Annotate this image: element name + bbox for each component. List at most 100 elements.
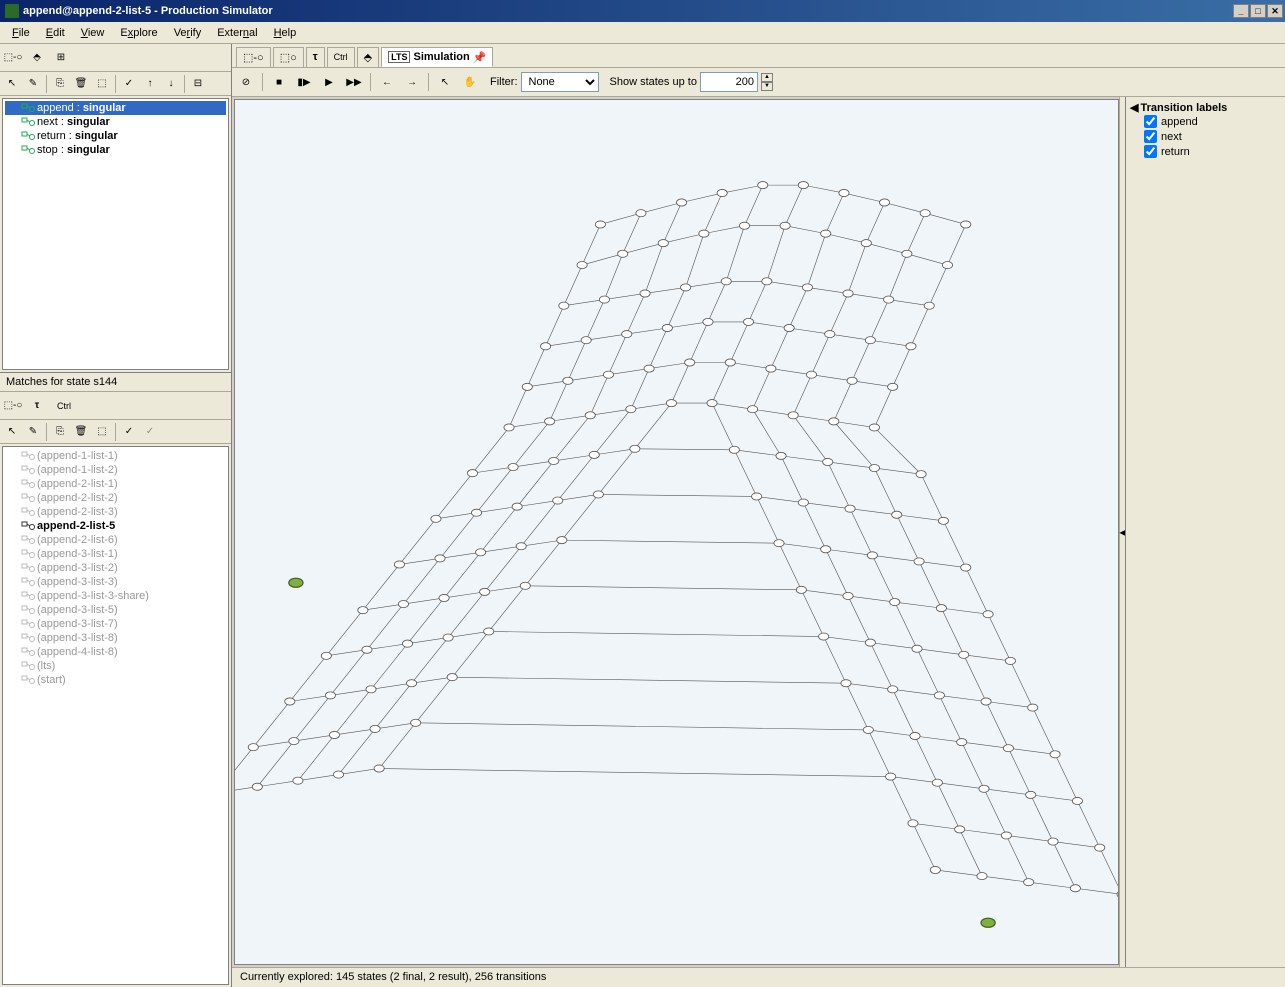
rule-item-append[interactable]: append : singular bbox=[5, 101, 226, 115]
toolbtn-pause[interactable]: ▮▶ bbox=[293, 71, 315, 93]
filter-select[interactable]: None bbox=[521, 72, 599, 92]
close-button[interactable]: ✕ bbox=[1267, 4, 1283, 18]
toolbtn-forward[interactable]: → bbox=[401, 71, 423, 93]
toolbtn-rename[interactable]: ⬚ bbox=[92, 74, 112, 94]
toolbtn-b-tau[interactable]: τ bbox=[26, 395, 48, 417]
rule-item-next[interactable]: next : singular bbox=[5, 115, 226, 129]
states-spin-down[interactable]: ▼ bbox=[761, 82, 773, 91]
tab-lts-simulation[interactable]: LTS Simulation 📌 bbox=[381, 47, 493, 67]
transition-checkbox-append[interactable]: append bbox=[1130, 114, 1281, 129]
menu-external[interactable]: External bbox=[209, 25, 265, 41]
window-title: append@append-2-list-5 - Production Simu… bbox=[23, 5, 273, 17]
menu-explore[interactable]: Explore bbox=[112, 25, 165, 41]
rule-item-stop[interactable]: stop : singular bbox=[5, 143, 226, 157]
toolbtn-graph-2[interactable]: ⬘ bbox=[26, 47, 48, 69]
match-item[interactable]: (append-2-list-2) bbox=[5, 491, 226, 505]
match-item[interactable]: (append-1-list-1) bbox=[5, 449, 226, 463]
minimize-button[interactable]: _ bbox=[1233, 4, 1249, 18]
toolbtn-b-edit[interactable]: ✎ bbox=[23, 422, 43, 442]
menu-help[interactable]: Help bbox=[266, 25, 305, 41]
match-item[interactable]: (append-3-list-3) bbox=[5, 575, 226, 589]
toolbtn-b-check[interactable]: ✓ bbox=[119, 422, 139, 442]
transition-checkbox-return[interactable]: return bbox=[1130, 144, 1281, 159]
transition-checkbox-next[interactable]: next bbox=[1130, 129, 1281, 144]
toolbtn-edit[interactable]: ✎ bbox=[23, 74, 43, 94]
window-buttons: _ □ ✕ bbox=[1233, 4, 1283, 18]
toolbtn-b-graph[interactable]: ⬚-○ bbox=[2, 395, 24, 417]
toolbtn-copy[interactable]: ⎘ bbox=[50, 74, 70, 94]
toolbtn-b-cursor[interactable]: ↖ bbox=[2, 422, 22, 442]
menu-verify[interactable]: Verify bbox=[166, 25, 210, 41]
match-item[interactable]: (append-3-list-5) bbox=[5, 603, 226, 617]
match-item[interactable]: (append-3-list-8) bbox=[5, 631, 226, 645]
toolbtn-b-rename[interactable]: ⬚ bbox=[92, 422, 112, 442]
match-item[interactable]: (append-2-list-1) bbox=[5, 477, 226, 491]
tabicon-1[interactable]: ⬚-○ bbox=[236, 47, 271, 67]
canvas-toolbar: ⊘ ■ ▮▶ ▶ ▶▶ ← → ↖ ✋ Filter: None Show st… bbox=[232, 68, 1285, 97]
tabicon-graph[interactable]: ⬘ bbox=[357, 47, 379, 67]
match-item[interactable]: append-2-list-5 bbox=[5, 519, 226, 533]
toolbtn-b-delete[interactable]: 🗑 bbox=[71, 422, 91, 442]
graph-canvas[interactable] bbox=[234, 99, 1119, 965]
toolbtn-up[interactable]: ↑ bbox=[140, 74, 160, 94]
left-bottom-toolbar-2: ↖ ✎ ⎘ 🗑 ⬚ ✓ ✓ bbox=[0, 420, 231, 444]
maximize-button[interactable]: □ bbox=[1250, 4, 1266, 18]
toolbtn-delete[interactable]: 🗑 bbox=[71, 74, 91, 94]
toolbtn-back[interactable]: ← bbox=[376, 71, 398, 93]
collapse-arrow-icon[interactable]: ◀ bbox=[1130, 101, 1138, 114]
transition-labels-panel: ◀ Transition labels appendnextreturn bbox=[1125, 97, 1285, 967]
matches-tree[interactable]: (append-1-list-1)(append-1-list-2)(appen… bbox=[2, 446, 229, 985]
match-item[interactable]: (append-2-list-6) bbox=[5, 533, 226, 547]
left-bottom-toolbar-1: ⬚-○ τ Ctrl bbox=[0, 392, 231, 420]
states-spin-up[interactable]: ▲ bbox=[761, 73, 773, 82]
pin-icon: 📌 bbox=[473, 51, 487, 64]
tabicon-2[interactable]: ⬚○ bbox=[273, 47, 304, 67]
menu-view[interactable]: View bbox=[73, 25, 113, 41]
menubar: File Edit View Explore Verify External H… bbox=[0, 22, 1285, 44]
rule-item-return[interactable]: return : singular bbox=[5, 129, 226, 143]
toolbtn-b-check2[interactable]: ✓ bbox=[140, 422, 160, 442]
toolbtn-b-ctrl[interactable]: Ctrl bbox=[50, 395, 78, 417]
left-panel: ⬚-○ ⬘ ⊞ ↖ ✎ ⎘ 🗑 ⬚ ✓ ↑ ↓ ⊟ append : singu… bbox=[0, 44, 232, 987]
statusbar: Currently explored: 145 states (2 final,… bbox=[232, 967, 1285, 987]
toolbtn-b-copy[interactable]: ⎘ bbox=[50, 422, 70, 442]
match-item[interactable]: (append-3-list-1) bbox=[5, 547, 226, 561]
left-top-toolbar-2: ↖ ✎ ⎘ 🗑 ⬚ ✓ ↑ ↓ ⊟ bbox=[0, 72, 231, 96]
match-item[interactable]: (append-3-list-7) bbox=[5, 617, 226, 631]
sidebar-title: Transition labels bbox=[1140, 102, 1227, 114]
lts-badge: LTS bbox=[388, 51, 410, 63]
tabicon-ctrl[interactable]: Ctrl bbox=[327, 47, 355, 67]
right-area: ⬚-○ ⬚○ τ Ctrl ⬘ LTS Simulation 📌 ⊘ ■ ▮▶ … bbox=[232, 44, 1285, 987]
toolbtn-down[interactable]: ↓ bbox=[161, 74, 181, 94]
titlebar: append@append-2-list-5 - Production Simu… bbox=[0, 0, 1285, 22]
toolbtn-check[interactable]: ✓ bbox=[119, 74, 139, 94]
toolbtn-play[interactable]: ▶ bbox=[318, 71, 340, 93]
toolbtn-table[interactable]: ⊞ bbox=[50, 47, 72, 69]
tab-row: ⬚-○ ⬚○ τ Ctrl ⬘ LTS Simulation 📌 bbox=[232, 44, 1285, 68]
toolbtn-cursor[interactable]: ↖ bbox=[2, 74, 22, 94]
match-item[interactable]: (append-3-list-2) bbox=[5, 561, 226, 575]
states-label: Show states up to bbox=[610, 76, 697, 88]
states-input[interactable] bbox=[700, 72, 758, 92]
match-item[interactable]: (append-2-list-3) bbox=[5, 505, 226, 519]
matches-label: Matches for state s144 bbox=[0, 372, 231, 392]
toolbtn-pointer[interactable]: ↖ bbox=[434, 71, 456, 93]
tabicon-tau[interactable]: τ bbox=[306, 47, 325, 67]
match-item[interactable]: (start) bbox=[5, 673, 226, 687]
toolbtn-hand[interactable]: ✋ bbox=[459, 71, 481, 93]
app-icon bbox=[5, 4, 19, 18]
match-item[interactable]: (lts) bbox=[5, 659, 226, 673]
toolbtn-graph-1[interactable]: ⬚-○ bbox=[2, 47, 24, 69]
toolbtn-collapse[interactable]: ⊟ bbox=[188, 74, 208, 94]
toolbtn-ff[interactable]: ▶▶ bbox=[343, 71, 365, 93]
match-item[interactable]: (append-1-list-2) bbox=[5, 463, 226, 477]
match-item[interactable]: (append-4-list-8) bbox=[5, 645, 226, 659]
menu-file[interactable]: File bbox=[4, 25, 38, 41]
left-top-toolbar-1: ⬚-○ ⬘ ⊞ bbox=[0, 44, 231, 72]
toolbtn-noentry[interactable]: ⊘ bbox=[235, 71, 257, 93]
toolbtn-stop[interactable]: ■ bbox=[268, 71, 290, 93]
menu-edit[interactable]: Edit bbox=[38, 25, 73, 41]
tab-label-simulation: Simulation bbox=[413, 51, 469, 63]
match-item[interactable]: (append-3-list-3-share) bbox=[5, 589, 226, 603]
rules-tree[interactable]: append : singularnext : singularreturn :… bbox=[2, 98, 229, 370]
